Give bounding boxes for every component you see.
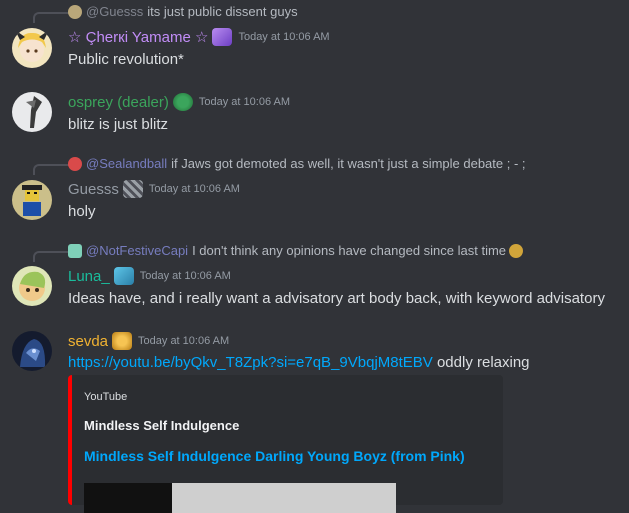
role-icon (122, 180, 143, 198)
video-thumbnail[interactable] (84, 483, 396, 513)
role-icon (113, 267, 134, 285)
blonde-anime-girl-avatar (12, 28, 52, 68)
reply-connector (33, 164, 69, 175)
reply-avatar-icon (68, 4, 82, 19)
username[interactable]: sevda (68, 333, 108, 350)
roblox-avatar (12, 180, 52, 220)
message-content: Ideas have, and i really want a advisato… (68, 290, 605, 307)
video-thumbnail-image (172, 483, 396, 513)
username[interactable]: Luna_ (68, 268, 110, 285)
dark-blue-avatar (12, 331, 52, 371)
message-header: ☆ Çherкi Yamame ☆ Today at 10:06 AM (68, 28, 330, 46)
message-header: Guesss Today at 10:06 AM (68, 180, 240, 198)
reply-mention[interactable]: @NotFestiveCapi (86, 243, 188, 258)
message-header: Luna_ Today at 10:06 AM (68, 267, 231, 285)
role-icon (172, 93, 193, 111)
username[interactable]: ☆ Çherкi Yamame ☆ (68, 28, 208, 46)
link-embed: YouTube Mindless Self Indulgence Mindles… (68, 375, 503, 513)
bird-avatar (12, 92, 52, 132)
role-icon (112, 332, 133, 350)
reply-connector (33, 251, 69, 262)
embed-provider[interactable]: YouTube (84, 391, 127, 403)
thinking-emoji-icon (509, 243, 524, 258)
reply-preview[interactable]: @Sealandball if Jaws got demoted as well… (68, 156, 526, 171)
reply-mention[interactable]: @Guesss (86, 4, 143, 19)
reply-preview[interactable]: @NotFestiveCapi I don't think any opinio… (68, 243, 527, 258)
username[interactable]: Guesss (68, 181, 119, 198)
timestamp[interactable]: Today at 10:06 AM (140, 270, 231, 282)
avatar[interactable] (12, 266, 52, 306)
message-header: osprey (dealer) Today at 10:06 AM (68, 93, 290, 111)
reply-avatar-icon (68, 243, 82, 258)
reply-connector (33, 12, 69, 23)
timestamp[interactable]: Today at 10:06 AM (199, 96, 290, 108)
message-header: sevda Today at 10:06 AM (68, 332, 229, 350)
reply-text: I don't think any opinions have changed … (192, 243, 507, 258)
youtube-link[interactable]: https://youtu.be/byQkv_T8Zpk?si=e7qB_9Vb… (68, 354, 433, 371)
reply-avatar-icon (68, 156, 82, 171)
role-icon (212, 28, 233, 46)
avatar[interactable] (12, 180, 52, 220)
reply-mention[interactable]: @Sealandball (86, 156, 167, 171)
embed-title[interactable]: Mindless Self Indulgence Darling Young B… (84, 448, 465, 464)
timestamp[interactable]: Today at 10:06 AM (138, 335, 229, 347)
avatar[interactable] (12, 92, 52, 132)
embed-author[interactable]: Mindless Self Indulgence (84, 418, 239, 433)
avatar[interactable] (12, 28, 52, 68)
reply-preview[interactable]: @Guesss its just public dissent guys (68, 4, 298, 19)
message-content: https://youtu.be/byQkv_T8Zpk?si=e7qB_9Vb… (68, 354, 530, 371)
reply-text: its just public dissent guys (147, 4, 298, 19)
avatar[interactable] (12, 331, 52, 371)
timestamp[interactable]: Today at 10:06 AM (149, 183, 240, 195)
message-text: oddly relaxing (436, 354, 530, 371)
reply-text: if Jaws got demoted as well, it wasn't j… (171, 156, 526, 171)
username[interactable]: osprey (dealer) (68, 94, 169, 111)
timestamp[interactable]: Today at 10:06 AM (238, 31, 329, 43)
message-content: blitz is just blitz (68, 116, 169, 133)
message-content: holy (68, 203, 96, 220)
message-content: Public revolution* (68, 51, 184, 68)
cartoon-avatar (12, 266, 52, 306)
